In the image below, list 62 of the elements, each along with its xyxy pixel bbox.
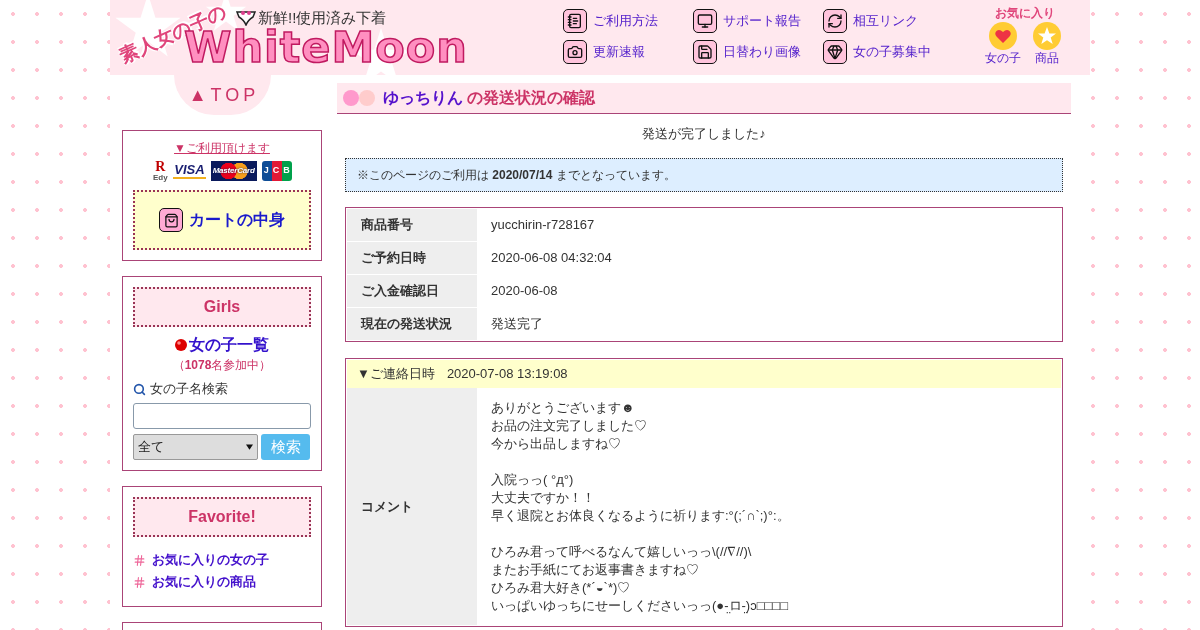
- label-cell: ご予約日時: [347, 242, 477, 274]
- favorites-link[interactable]: 女の子: [985, 50, 1021, 66]
- computer-icon[interactable]: [693, 9, 717, 33]
- logo-tagline: 新鮮!!使用済み下着: [258, 8, 387, 28]
- bag-icon: [159, 208, 183, 232]
- camera-icon[interactable]: [563, 40, 587, 64]
- comment-line: 今から出品しますね♡: [491, 435, 622, 453]
- hash-icon: [133, 553, 146, 567]
- notepad-icon[interactable]: [563, 9, 587, 33]
- bullet-icon: [175, 339, 187, 351]
- top-link[interactable]: ▲TOP: [173, 75, 271, 115]
- notice-text: ※このページのご利用は 2020/07/14 までとなっています。: [357, 167, 676, 184]
- circles-icon: [343, 90, 375, 106]
- payment-link[interactable]: ▼ご利用頂けます: [174, 141, 270, 155]
- label-cell: 現在の発送状況: [347, 308, 477, 340]
- comment-line: 早く退院とお体良くなるように祈ります:°(;´∩`;)°:。: [491, 507, 790, 525]
- cart-button[interactable]: カートの中身: [133, 190, 311, 250]
- nav-link[interactable]: 女の子募集中: [853, 42, 931, 62]
- label-cell: ご入金確認日: [347, 275, 477, 307]
- comment-line: またお手紙にてお返事書きますね♡: [491, 561, 700, 579]
- search-icon: [133, 382, 146, 396]
- favorites-link[interactable]: 商品: [1035, 50, 1059, 66]
- gem-icon[interactable]: [823, 40, 847, 64]
- comment-line: ひろみ君大好き(*´◒`*)♡: [491, 579, 632, 597]
- nav-link[interactable]: 相互リンク: [853, 11, 918, 31]
- hash-icon: [133, 575, 146, 589]
- participant-count: （1078名参加中）: [172, 357, 272, 373]
- favorites-title: お気に入り: [995, 5, 1055, 21]
- search-input[interactable]: [133, 403, 311, 429]
- nav-link[interactable]: サポート報告: [723, 11, 801, 31]
- refresh-icon[interactable]: [823, 9, 847, 33]
- nav-link[interactable]: 更新速報: [593, 42, 645, 62]
- search-label: 女の子名検索: [150, 381, 228, 397]
- value-cell-text: yucchirin-r728167: [490, 216, 595, 235]
- contact-date-label: ▼ご連絡日時: [357, 365, 435, 384]
- girl-name: ゆっちりん: [383, 88, 463, 108]
- favorite-link[interactable]: お気に入りの女の子: [152, 552, 269, 568]
- mastercard-logo: MasterCard: [210, 161, 257, 181]
- category-select[interactable]: 全て: [133, 434, 258, 460]
- status-message: 発送が完了しました♪: [642, 125, 766, 143]
- nav-link[interactable]: 日替わり画像: [723, 42, 801, 62]
- label-cell: 商品番号: [347, 209, 477, 241]
- comment-line: ありがとうございます☻: [491, 399, 636, 417]
- comment-line: いっぱいゆっちにせーしくださいっっ(●-̤ロ-̤)ɔ□□□□: [491, 597, 790, 615]
- caret-icon: [246, 444, 253, 450]
- comment-line: お品の注文完了しました♡: [491, 417, 648, 435]
- card-heading: Favorite!: [133, 497, 311, 537]
- comment-line: ひろみ君って呼べるなんて嬉しいっっ\(//∇//)\: [491, 543, 753, 561]
- contact-date: 2020-07-08 13:19:08: [446, 365, 568, 384]
- value-cell-text: 発送完了: [490, 315, 543, 334]
- page-title: の発送状況の確認: [467, 88, 595, 108]
- label-cell: コメント: [347, 388, 477, 625]
- value-cell-text: 2020-06-08: [490, 282, 558, 301]
- visa-logo: VISA: [173, 163, 206, 179]
- favorite-link[interactable]: お気に入りの商品: [152, 574, 256, 590]
- comment-line: 大丈夫ですか！！: [491, 489, 596, 507]
- comment-line: 入院っっ( °д°): [491, 471, 575, 489]
- value-cell-text: 2020-06-08 04:32:04: [490, 249, 612, 268]
- nav-link[interactable]: ご利用方法: [593, 11, 658, 31]
- card-heading: Girls: [133, 287, 311, 327]
- girls-list-link[interactable]: 女の子一覧: [189, 335, 269, 355]
- edy-logo: R Edy: [152, 160, 169, 182]
